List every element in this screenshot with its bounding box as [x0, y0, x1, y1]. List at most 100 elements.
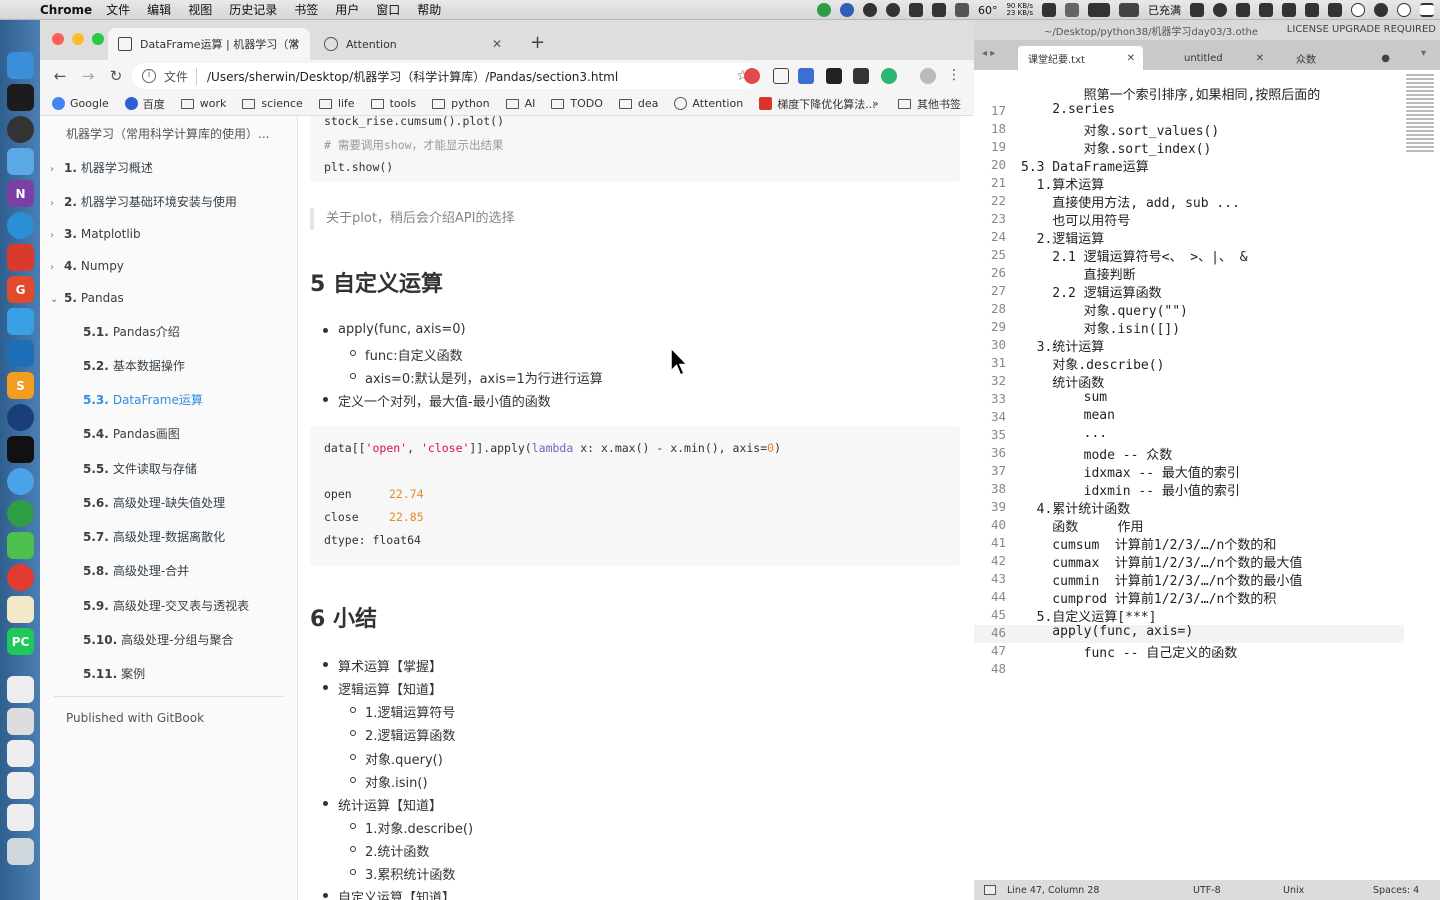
- chevron-down-icon[interactable]: ⌄: [50, 294, 64, 305]
- sidebar-item-3[interactable]: › 3. Matplotlib: [50, 227, 141, 241]
- baidu-netdisk-icon[interactable]: [7, 244, 34, 271]
- sidebar-item-5-2[interactable]: 5.2. 基本数据操作: [83, 357, 185, 374]
- sidebar-item-2[interactable]: › 2. 机器学习基础环境安装与使用: [50, 193, 237, 210]
- pen-icon[interactable]: [7, 308, 34, 335]
- encoding-selector[interactable]: UTF-8: [1193, 885, 1221, 896]
- new-tab-button[interactable]: +: [530, 32, 545, 53]
- battery-icon[interactable]: [1119, 3, 1139, 17]
- menu-view[interactable]: 视图: [188, 1, 212, 18]
- grid-icon[interactable]: [931, 3, 946, 17]
- close-tab-icon[interactable]: ✕: [492, 37, 502, 51]
- license-banner[interactable]: LICENSE UPGRADE REQUIRED: [1287, 24, 1436, 35]
- search-icon[interactable]: [1351, 3, 1365, 17]
- sidebar-item-5-11[interactable]: 5.11. 案例: [83, 665, 145, 682]
- bookmark-ai[interactable]: AI: [505, 97, 535, 110]
- bookmark-python[interactable]: python: [432, 97, 490, 110]
- forward-button[interactable]: →: [74, 67, 102, 85]
- profile-avatar-icon[interactable]: [920, 68, 936, 84]
- app-store-icon[interactable]: [7, 148, 34, 175]
- volume-icon[interactable]: [1282, 3, 1296, 17]
- downloads-stack-icon[interactable]: [7, 708, 34, 735]
- window-icon[interactable]: [908, 3, 923, 17]
- status-blue-icon[interactable]: [839, 3, 854, 17]
- chrome-icon[interactable]: [7, 500, 34, 527]
- app-menu[interactable]: Chrome: [40, 3, 92, 17]
- extension-dark-icon[interactable]: [853, 68, 869, 84]
- editor-tab-mode[interactable]: 众数 ●: [1286, 46, 1398, 70]
- weather-temp[interactable]: 60°: [978, 4, 998, 17]
- send-icon[interactable]: [954, 3, 969, 17]
- tab-list-dropdown-icon[interactable]: ▾: [1421, 48, 1426, 59]
- docs-icon[interactable]: [1042, 3, 1056, 17]
- git-icon[interactable]: G: [7, 276, 34, 303]
- sidebar-item-5-1[interactable]: 5.1. Pandas介绍: [83, 323, 180, 340]
- menu-bookmarks[interactable]: 书签: [294, 1, 318, 18]
- published-with-gitbook-link[interactable]: Published with GitBook: [66, 711, 204, 725]
- tab-attention[interactable]: Attention ✕: [314, 28, 512, 60]
- netease-music-icon[interactable]: [7, 564, 34, 591]
- google-drive-icon[interactable]: [1213, 3, 1227, 17]
- close-tab-icon[interactable]: ●: [1381, 53, 1390, 64]
- close-tab-icon[interactable]: ✕: [290, 37, 300, 51]
- line-ending-selector[interactable]: Unix: [1283, 885, 1304, 896]
- bookmark-baidu[interactable]: 百度: [124, 96, 165, 112]
- safari-icon[interactable]: [7, 468, 34, 495]
- editor-tab-untitled[interactable]: untitled ✕: [1174, 46, 1272, 70]
- sidebar-item-5-4[interactable]: 5.4. Pandas画图: [83, 425, 180, 442]
- close-tab-icon[interactable]: ✕: [1256, 53, 1264, 64]
- sidebar-item-5[interactable]: ⌄ 5. Pandas: [50, 291, 124, 305]
- bookmark-google[interactable]: Google: [52, 97, 109, 110]
- bookmark-work[interactable]: work: [180, 97, 226, 110]
- reload-button[interactable]: ↻: [102, 67, 130, 85]
- status-circle-icon[interactable]: [885, 3, 900, 17]
- extension-jh-icon[interactable]: [798, 68, 814, 84]
- status-green-icon[interactable]: [816, 3, 831, 17]
- sidebar-item-5-9[interactable]: 5.9. 高级处理-交叉表与透视表: [83, 597, 249, 614]
- siri-icon[interactable]: [1374, 3, 1388, 17]
- monitor-icon[interactable]: [1065, 3, 1079, 17]
- sidebar-item-1[interactable]: › 1. 机器学习概述: [50, 159, 153, 176]
- close-window-button[interactable]: [52, 33, 64, 45]
- sidebar-item-5-5[interactable]: 5.5. 文件读取与存储: [83, 460, 197, 477]
- bookmark-dea[interactable]: dea: [618, 97, 658, 110]
- close-tab-icon[interactable]: ✕: [1127, 53, 1135, 64]
- pycharm-icon[interactable]: PC: [7, 628, 34, 655]
- tab-nav-arrows-icon[interactable]: ◂ ▸: [982, 48, 995, 59]
- maximize-window-button[interactable]: [92, 33, 104, 45]
- video-player-icon[interactable]: [7, 404, 34, 431]
- menu-help[interactable]: 帮助: [417, 1, 441, 18]
- back-button[interactable]: ←: [46, 67, 74, 85]
- extension-x-icon[interactable]: [826, 68, 842, 84]
- chevron-right-icon[interactable]: ›: [50, 164, 64, 175]
- minimap[interactable]: [1406, 74, 1434, 154]
- sidebar-item-4[interactable]: › 4. Numpy: [50, 259, 124, 273]
- sidebar-item-5-3[interactable]: 5.3. DataFrame运算: [83, 391, 203, 408]
- sidebar-book-title[interactable]: 机器学习（常用科学计算库的使用）...: [66, 125, 269, 142]
- file-stack-3-icon[interactable]: [7, 804, 34, 831]
- more-menu-icon[interactable]: ⋮: [946, 68, 962, 84]
- flag-icon[interactable]: [1328, 3, 1342, 17]
- chevron-right-icon[interactable]: ›: [50, 230, 64, 241]
- bookmark-todo[interactable]: TODO: [551, 97, 603, 110]
- chevron-right-icon[interactable]: ›: [50, 198, 64, 209]
- panel-toggle-icon[interactable]: [984, 885, 996, 895]
- menu-people[interactable]: 用户: [335, 1, 359, 18]
- code-icon[interactable]: [1236, 3, 1250, 17]
- file-stack-icon[interactable]: [7, 740, 34, 767]
- bluetooth-icon[interactable]: [1259, 3, 1273, 17]
- menu-edit[interactable]: 编辑: [147, 1, 171, 18]
- document-icon[interactable]: [7, 676, 34, 703]
- address-url[interactable]: /Users/sherwin/Desktop/机器学习（科学计算库）/Panda…: [207, 68, 618, 85]
- menu-file[interactable]: 文件: [106, 1, 130, 18]
- menu-history[interactable]: 历史记录: [229, 1, 277, 18]
- sidebar-item-5-7[interactable]: 5.7. 高级处理-数据离散化: [83, 528, 225, 545]
- bookmarks-overflow-button[interactable]: »: [872, 97, 879, 110]
- notification-center-icon[interactable]: [1420, 3, 1434, 17]
- bookmark-life[interactable]: life: [318, 97, 355, 110]
- finder-icon[interactable]: [7, 52, 34, 79]
- sidebar-item-5-10[interactable]: 5.10. 高级处理-分组与聚合: [83, 631, 234, 648]
- extension-bookmark-icon[interactable]: [773, 68, 789, 84]
- address-bar[interactable]: i 文件 /Users/sherwin/Desktop/机器学习（科学计算库）/…: [132, 63, 759, 89]
- qq-icon[interactable]: [7, 212, 34, 239]
- file-stack-2-icon[interactable]: [7, 772, 34, 799]
